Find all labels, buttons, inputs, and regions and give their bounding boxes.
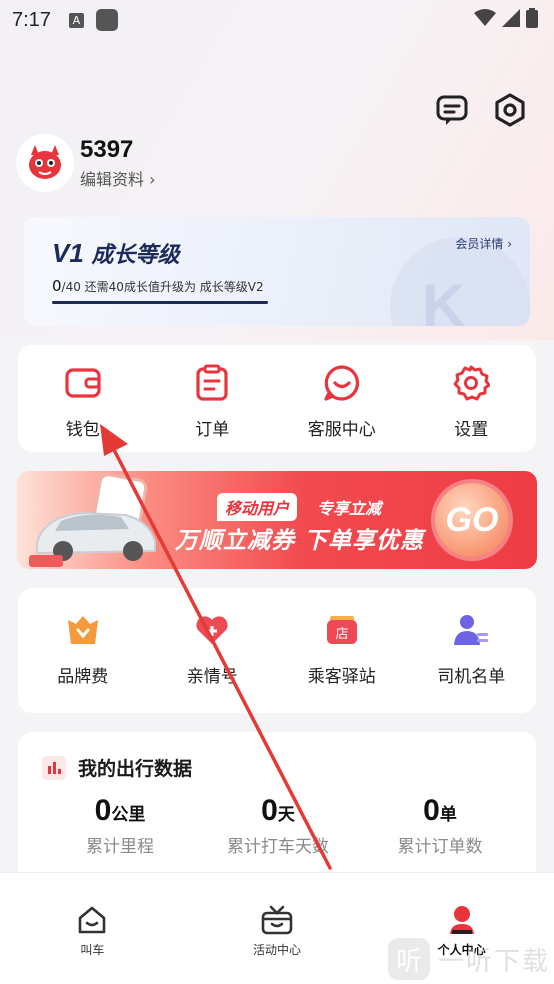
growth-progress-text: 0/40 还需40成长值升级为 成长等级V2	[52, 277, 264, 295]
notification-letter-icon: A	[68, 12, 84, 28]
trip-stats-header: 我的出行数据	[42, 754, 192, 781]
settings-label: 设置	[454, 420, 489, 440]
status-bar: 7:17 A	[0, 0, 554, 40]
passenger-station-label: 乘客驿站	[307, 667, 376, 687]
mascot-avatar-icon	[29, 145, 61, 179]
orders-label: 订单	[195, 420, 230, 440]
level-name: 成长等级	[91, 243, 180, 268]
stat-days-value: 0	[261, 794, 278, 827]
go-button[interactable]: GO	[435, 483, 509, 557]
svg-text:店: 店	[335, 627, 348, 642]
tab-activity-center[interactable]: 活动中心	[185, 873, 370, 984]
profile-header[interactable]: 5397 编辑资料 ›	[18, 136, 156, 190]
customer-service-icon	[324, 365, 359, 401]
home-car-icon	[79, 906, 106, 934]
growth-remaining: /40 还需40成长值升级为 成长等级V2	[61, 280, 264, 294]
driver-list-label: 司机名单	[437, 667, 506, 687]
member-details-link[interactable]: 会员详情 ›	[455, 235, 512, 252]
wallet-icon	[65, 368, 101, 398]
brand-fee-label: 品牌费	[57, 667, 109, 687]
membership-card[interactable]: K V1 成长等级 会员详情 › 0/40 还需40成长值升级为 成长等级V2	[24, 217, 530, 326]
services-card: 品牌费 亲情号 店 乘客驿站 司机名单	[18, 588, 536, 713]
banner-headline: 万顺立减券 下单享优惠	[175, 528, 425, 554]
message-icon[interactable]	[434, 92, 470, 128]
customer-service-label: 客服中心	[307, 420, 376, 440]
passenger-station-button[interactable]: 店 乘客驿站	[277, 588, 407, 713]
wifi-icon	[474, 9, 496, 26]
exclusive-discount-text: 专享立减	[317, 499, 382, 518]
user-id: 5397	[80, 136, 134, 163]
order-icon	[196, 364, 228, 401]
notification-app-icon	[95, 9, 118, 31]
stat-days-unit: 天	[277, 805, 295, 825]
trip-stats-title: 我的出行数据	[78, 758, 193, 780]
tab-activity-center-label: 活动中心	[253, 943, 302, 957]
car-illustration-icon	[29, 473, 156, 567]
trip-stats-card: 我的出行数据 0公里 累计里程 0天 累计打车天数 0单 累计订单数	[18, 732, 536, 892]
bar-chart-icon	[42, 755, 66, 780]
stat-days: 0天 累计打车天数	[198, 794, 358, 857]
mobile-user-tag: 移动用户	[217, 493, 298, 521]
profile-info: 5397 编辑资料 ›	[80, 136, 156, 190]
stat-orders: 0单 累计订单数	[360, 794, 520, 857]
quick-actions-card: 钱包 订单 客服中心 设置	[18, 345, 536, 452]
stat-orders-value: 0	[423, 794, 440, 827]
growth-progress-bar	[52, 301, 268, 304]
status-time: 7:17	[12, 8, 51, 31]
brand-fee-button[interactable]: 品牌费	[18, 588, 148, 713]
level-code: V1	[52, 238, 84, 268]
status-icons	[474, 8, 538, 28]
stat-days-label: 累计打车天数	[227, 837, 329, 857]
settings-hex-icon[interactable]	[492, 92, 528, 128]
tab-call-car[interactable]: 叫车	[0, 873, 185, 984]
header-actions	[434, 92, 528, 128]
stat-orders-label: 累计订单数	[397, 837, 483, 857]
stat-mileage-label: 累计里程	[86, 837, 154, 857]
activity-box-icon	[261, 905, 293, 935]
membership-decoration: K	[390, 237, 530, 326]
orders-button[interactable]: 订单	[148, 345, 278, 452]
promo-banner[interactable]: 移动用户 专享立减 万顺立减券 下单享优惠 GO	[17, 471, 537, 569]
battery-icon	[526, 8, 538, 28]
stat-orders-unit: 单	[439, 805, 457, 825]
stat-mileage: 0公里 累计里程	[40, 794, 200, 857]
settings-button[interactable]: 设置	[407, 345, 537, 452]
watermark-text: 一听下载	[437, 946, 550, 977]
signal-icon	[502, 9, 520, 27]
gear-icon	[453, 365, 491, 401]
family-number-icon	[196, 616, 228, 644]
watermark-logo: 听 一听下载	[387, 938, 550, 980]
growth-current: 0	[52, 277, 62, 295]
brand-fee-icon	[67, 616, 98, 644]
svg-text:K: K	[422, 272, 465, 326]
person-icon	[449, 906, 474, 934]
wallet-label: 钱包	[65, 420, 100, 440]
watermark-glyph: 听	[387, 938, 430, 980]
avatar[interactable]	[18, 136, 72, 190]
driver-list-icon	[454, 615, 489, 645]
stat-mileage-value: 0	[94, 794, 112, 827]
wallet-button[interactable]: 钱包	[18, 345, 148, 452]
family-number-label: 亲情号	[186, 667, 238, 687]
driver-list-button[interactable]: 司机名单	[407, 588, 537, 713]
customer-service-button[interactable]: 客服中心	[277, 345, 407, 452]
edit-profile-link[interactable]: 编辑资料 ›	[80, 166, 156, 190]
stat-mileage-unit: 公里	[111, 805, 146, 825]
family-number-button[interactable]: 亲情号	[148, 588, 278, 713]
passenger-station-icon: 店	[326, 616, 357, 644]
membership-level: V1 成长等级	[52, 237, 180, 269]
tab-call-car-label: 叫车	[80, 943, 105, 957]
